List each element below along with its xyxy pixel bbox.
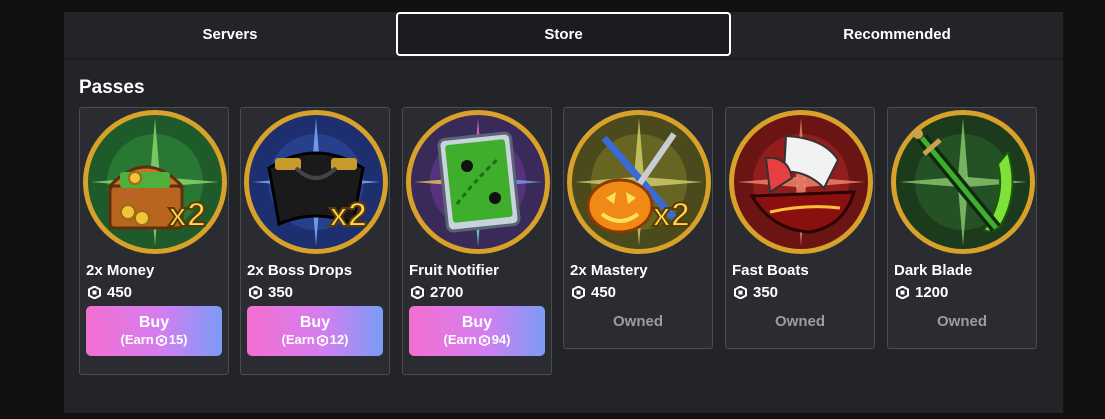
robux-icon xyxy=(478,334,490,346)
cape-icon: x2 xyxy=(241,108,391,263)
robux-icon xyxy=(734,285,747,299)
pass-price: 350 xyxy=(249,283,293,301)
pass-price: 350 xyxy=(734,283,778,301)
robux-icon xyxy=(249,285,262,299)
buy-label: Buy xyxy=(138,314,170,331)
pass-card-2x-mastery[interactable]: x2 2x Mastery 450 Owned xyxy=(563,107,713,349)
earn-prefix: (Earn xyxy=(443,332,477,347)
pass-name: Dark Blade xyxy=(894,262,973,279)
earn-value: 15) xyxy=(168,332,188,347)
pass-card-fast-boats[interactable]: Fast Boats 350 Owned xyxy=(725,107,875,349)
earn-prefix: (Earn xyxy=(120,332,154,347)
pass-price-value: 2700 xyxy=(430,283,464,301)
earn-text: (Earn 94) xyxy=(443,332,510,348)
tab-recommended-label: Recommended xyxy=(843,25,951,43)
x2-badge: x2 xyxy=(329,196,367,234)
pass-price-value: 1200 xyxy=(915,283,949,301)
pass-price: 2700 xyxy=(411,283,463,301)
earn-value: 94) xyxy=(491,332,511,347)
owned-label: Owned xyxy=(612,313,663,330)
robux-icon xyxy=(155,334,167,346)
owned-label: Owned xyxy=(774,313,825,330)
pass-price-value: 350 xyxy=(268,283,294,301)
buy-label: Buy xyxy=(299,314,331,331)
pass-price-value: 350 xyxy=(753,283,779,301)
ship-icon xyxy=(726,108,876,263)
map-book-icon xyxy=(403,108,553,263)
tab-store[interactable]: Store xyxy=(396,12,731,56)
pass-price: 1200 xyxy=(896,283,948,301)
pass-name: 2x Boss Drops xyxy=(247,262,353,279)
robux-icon xyxy=(316,334,328,346)
tab-recommended[interactable]: Recommended xyxy=(731,12,1063,56)
robux-icon xyxy=(896,285,909,299)
pass-card-2x-boss-drops[interactable]: x2 2x Boss Drops 350 Buy (Earn 12) xyxy=(240,107,390,375)
pass-name: Fruit Notifier xyxy=(409,262,499,279)
tab-store-label: Store xyxy=(544,25,583,43)
green-sword-icon xyxy=(888,108,1038,263)
section-title: Passes xyxy=(79,77,145,98)
tab-divider xyxy=(64,58,1063,60)
pass-card-fruit-notifier[interactable]: Fruit Notifier 2700 Buy (Earn 94) xyxy=(402,107,552,375)
robux-icon xyxy=(88,285,101,299)
tab-servers-label: Servers xyxy=(202,25,258,43)
pass-name: 2x Money xyxy=(86,262,155,279)
x2-badge: x2 xyxy=(168,196,206,234)
earn-prefix: (Earn xyxy=(281,332,315,347)
pass-card-2x-money[interactable]: x2 2x Money 450 Buy (Earn 15) xyxy=(79,107,229,375)
pass-price: 450 xyxy=(572,283,616,301)
x2-badge: x2 xyxy=(652,196,690,234)
buy-button[interactable]: Buy (Earn 12) xyxy=(247,306,383,356)
store-panel: Servers Store Recommended Passes x2 2x M… xyxy=(64,12,1063,413)
buy-label: Buy xyxy=(461,314,493,331)
buy-button[interactable]: Buy (Earn 94) xyxy=(409,306,545,356)
pass-price: 450 xyxy=(88,283,132,301)
earn-text: (Earn 15) xyxy=(120,332,187,348)
tab-bar: Servers Store Recommended xyxy=(64,12,1063,56)
pumpkin-swords-icon: x2 xyxy=(564,108,714,263)
pass-price-value: 450 xyxy=(591,283,617,301)
robux-icon xyxy=(572,285,585,299)
tab-servers[interactable]: Servers xyxy=(64,12,396,56)
robux-icon xyxy=(411,285,424,299)
pass-price-value: 450 xyxy=(107,283,133,301)
owned-label: Owned xyxy=(936,313,987,330)
earn-text: (Earn 12) xyxy=(281,332,348,348)
pass-name: Fast Boats xyxy=(732,262,809,279)
earn-value: 12) xyxy=(329,332,349,347)
buy-button[interactable]: Buy (Earn 15) xyxy=(86,306,222,356)
pass-name: 2x Mastery xyxy=(570,262,648,279)
treasure-chest-icon: x2 xyxy=(80,108,230,263)
pass-card-dark-blade[interactable]: Dark Blade 1200 Owned xyxy=(887,107,1037,349)
